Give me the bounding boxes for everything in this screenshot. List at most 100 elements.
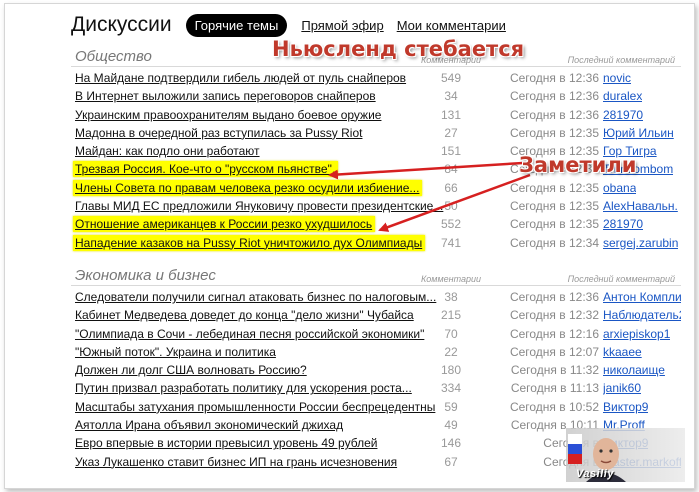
topic-link[interactable]: Главы МИД ЕС предложили Януковичу провес… [75,199,443,213]
comment-count: 549 [440,71,462,85]
last-comment-user[interactable]: Антон Комплик [603,290,681,304]
table-row: Отношение американцев к России резко уху… [71,215,681,233]
last-comment-time: Сегодня в 12:36 [509,290,599,304]
comment-count: 38 [444,290,458,304]
comment-count: 741 [440,235,462,250]
last-comment-user[interactable]: janik60 [603,381,641,395]
last-comment-user[interactable]: Юрий Ильин [603,126,674,140]
section-society: Общество Комментарии Последний комментар… [71,46,681,252]
table-row: Кабинет Медведева доведет до конца "дело… [71,306,681,324]
section-title: Экономика и бизнес [75,267,216,284]
topic-link[interactable]: Должен ли долг США волновать Россию? [75,363,307,377]
topic-link[interactable]: Евро впервые в истории превысил уровень … [75,436,377,450]
comment-count: 27 [444,125,458,140]
annotation-noticed: Заметили [519,153,637,177]
comment-count: 67 [444,454,458,469]
last-comment-user[interactable]: sergej.zarubin [603,236,678,250]
topic-link[interactable]: Путин призвал разработать политику для у… [75,381,412,395]
last-comment-column-header: Последний комментарий [567,274,675,284]
tab-hot-topics[interactable]: Горячие темы [185,13,288,37]
last-comment-time: Сегодня в 12:36 [509,107,599,122]
comment-count: 552 [440,217,462,232]
last-comment-time: Сегодня в 12:36 [509,89,599,104]
last-comment-user[interactable]: arxiepiskop1 [603,327,670,341]
tab-live[interactable]: Прямой эфир [301,18,383,33]
topic-link[interactable]: Майдан: как подло они работают [75,144,260,158]
last-comment-time: Сегодня в 11:32 [510,363,599,378]
table-row: Украинским правоохранителям выдано боево… [71,106,681,124]
comment-count: 180 [440,363,462,378]
last-comment-user[interactable]: kkaaee [603,345,642,359]
table-row: Масштабы затухания промышленности России… [71,398,681,416]
comment-count: 334 [440,381,462,396]
last-comment-user[interactable]: obana [603,181,636,195]
comment-count: 70 [444,326,458,341]
table-row: Следователи получили сигнал атаковать би… [71,288,681,306]
comment-count: 49 [444,418,458,433]
last-comment-time: Сегодня в 12:35 [509,199,599,214]
comments-column-header: Комментарии [421,274,482,284]
section-header: Экономика и бизнес Комментарии Последний… [71,265,681,286]
last-comment-user[interactable]: novic [603,71,631,85]
table-row: Нападение казаков на Pussy Riot уничтожи… [71,234,681,252]
topic-link[interactable]: Аятолла Ирана объявил экономический джих… [75,418,343,432]
topic-link[interactable]: Отношение американцев к России резко уху… [73,216,376,233]
last-comment-time: Сегодня в 12:35 [509,217,599,232]
last-comment-user[interactable]: 281970 [603,217,643,231]
comment-count: 59 [444,399,458,414]
topic-link[interactable]: Трезвая Россия. Кое-что о "русском пьянс… [73,161,339,178]
comment-count: 84 [444,162,458,177]
last-comment-time: Сегодня в 12:16 [509,326,599,341]
topic-link[interactable]: Кабинет Медведева доведет до конца "дело… [75,308,414,322]
topic-link[interactable]: Мадонна в очередной раз вступилась за Pu… [75,126,362,140]
last-comment-user[interactable]: николаище [603,363,665,377]
comment-count: 131 [440,107,462,122]
table-row: Путин призвал разработать политику для у… [71,379,681,397]
table-row: "Олимпиада в Сочи - лебединая песня росс… [71,325,681,343]
last-comment-time: Сегодня в 12:35 [509,125,599,140]
section-title: Общество [75,48,152,65]
last-comment-time: Сегодня в 12:34 [509,235,599,250]
last-comment-user[interactable]: AlexНавальн. [603,199,678,213]
table-row: Должен ли долг США волновать Россию? 180 С… [71,361,681,379]
last-comment-user[interactable]: duralex [603,89,642,103]
topic-link[interactable]: На Майдане подтвердили гибель людей от п… [75,71,406,85]
tab-my-comments[interactable]: Мои комментарии [397,18,506,33]
comment-count: 22 [444,344,458,359]
last-comment-time: Сегодня в 11:13 [510,381,599,396]
last-comment-user[interactable]: Наблюдатель2014 [603,308,681,322]
watermark-text: Vasiliy [576,468,614,480]
comment-count: 34 [444,89,458,104]
table-row: "Южный поток". Украина и политика 22 Сегод… [71,343,681,361]
last-comment-time: Сегодня в 12:32 [509,308,599,323]
last-comment-user[interactable]: Виктор9 [603,400,648,414]
page-header: Дискуссии Горячие темы Прямой эфир Мои к… [71,12,519,38]
last-comment-column-header: Последний комментарий [567,55,675,65]
last-comment-user[interactable]: 281970 [603,108,643,122]
topic-link[interactable]: В Интернет выложили запись переговоров с… [75,89,376,103]
last-comment-time: Сегодня в 12:35 [509,180,599,195]
topic-link[interactable]: Члены Совета по правам человека резко ос… [73,179,423,196]
last-comment-time: Сегодня в 10:52 [509,399,599,414]
table-row: Главы МИД ЕС предложили Януковичу провес… [71,197,681,215]
topic-link[interactable]: Нападение казаков на Pussy Riot уничтожи… [73,234,426,251]
page-title: Дискуссии [71,13,172,36]
topic-link[interactable]: Масштабы затухания промышленности России… [75,400,435,414]
topic-link[interactable]: Украинским правоохранителям выдано боево… [75,108,381,122]
topic-link[interactable]: Указ Лукашенко ставит бизнес ИП на грань… [75,455,397,469]
table-row: На Майдане подтвердили гибель людей от п… [71,69,681,87]
last-comment-time: Сегодня в 12:36 [509,71,599,85]
topic-link[interactable]: "Олимпиада в Сочи - лебединая песня росс… [75,327,424,341]
comment-count: 215 [440,308,462,323]
table-row: Члены Совета по правам человека резко ос… [71,179,681,197]
comment-count: 151 [440,144,462,159]
table-row: Мадонна в очередной раз вступилась за Pu… [71,124,681,142]
table-row: В Интернет выложили запись переговоров с… [71,87,681,105]
comment-count: 66 [444,180,458,195]
comment-count: 146 [440,436,462,451]
last-comment-time: Сегодня в 12:07 [509,344,599,359]
topic-link[interactable]: "Южный поток". Украина и политика [75,345,276,359]
topic-link[interactable]: Следователи получили сигнал атаковать би… [75,290,436,304]
annotation-main: Ньюсленд стебается [272,37,525,61]
comment-count: 50 [444,199,458,214]
